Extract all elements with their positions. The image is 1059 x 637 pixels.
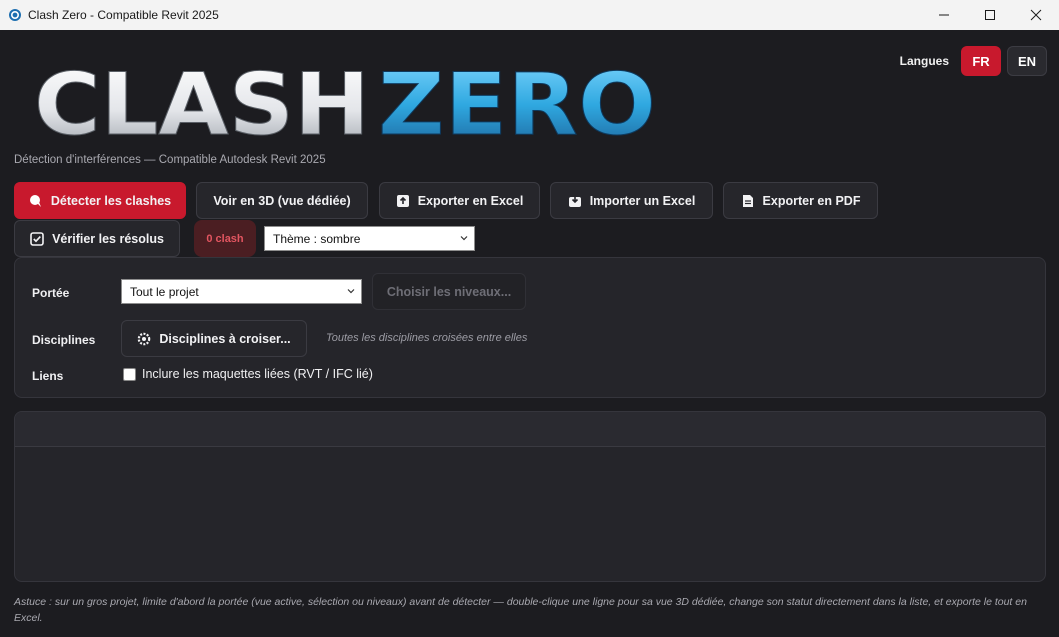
include-linked-models-label: Inclure les maquettes liées (RVT / IFC l…: [142, 367, 373, 381]
export-pdf-label: Exporter en PDF: [762, 193, 861, 208]
chevron-down-icon: [460, 236, 468, 241]
disciplines-hint: Toutes les disciplines croisées entre el…: [326, 332, 528, 344]
detect-clashes-button[interactable]: Détecter les clashes: [14, 182, 186, 219]
document-icon: [742, 194, 753, 207]
gear-icon: [138, 332, 151, 345]
results-list-header: [15, 412, 1045, 447]
export-excel-button[interactable]: Exporter en Excel: [379, 182, 540, 219]
close-icon: [1030, 9, 1042, 21]
export-pdf-button[interactable]: Exporter en PDF: [723, 182, 878, 219]
options-panel: Portée Tout le projet Choisir les niveau…: [14, 257, 1046, 398]
scope-label: Portée: [32, 286, 70, 300]
window-controls: [921, 0, 1059, 30]
clash-count-badge: 0 clash: [194, 220, 256, 257]
export-excel-icon: [396, 194, 409, 207]
verify-resolved-button[interactable]: Vérifier les résolus: [14, 220, 180, 257]
language-switcher: Langues FR EN: [900, 46, 1047, 76]
tip-text: Astuce : sur un gros projet, limite d'ab…: [14, 596, 1027, 624]
maximize-button[interactable]: [967, 0, 1013, 30]
language-en-button[interactable]: EN: [1007, 46, 1047, 76]
verify-resolved-label: Vérifier les résolus: [52, 231, 164, 246]
maximize-icon: [985, 10, 995, 20]
disciplines-label: Disciplines: [32, 333, 96, 347]
minimize-icon: [939, 14, 949, 16]
app-subtitle: Détection d'interférences — Compatible A…: [14, 154, 326, 166]
import-excel-label: Importer un Excel: [589, 193, 696, 208]
import-excel-button[interactable]: Importer un Excel: [550, 182, 713, 219]
export-excel-label: Exporter en Excel: [417, 193, 524, 208]
clash-results-list[interactable]: [14, 411, 1046, 582]
minimize-button[interactable]: [921, 0, 967, 30]
language-label: Langues: [899, 54, 949, 68]
theme-select[interactable]: Thème : sombre: [264, 226, 475, 251]
detect-clashes-label: Détecter les clashes: [50, 193, 172, 208]
close-button[interactable]: [1013, 0, 1059, 30]
checkbox-checked-icon: [30, 231, 44, 246]
import-excel-icon: [568, 194, 581, 207]
chat-bubble-icon: [29, 194, 41, 207]
view-3d-button[interactable]: Voir en 3D (vue dédiée): [196, 182, 368, 219]
language-fr-button[interactable]: FR: [961, 46, 1001, 76]
theme-select-value: Thème : sombre: [273, 231, 361, 246]
logo-text-clash: CLASH: [34, 58, 370, 148]
app-icon: [9, 9, 21, 21]
links-label: Liens: [32, 369, 64, 383]
view-3d-label: Voir en 3D (vue dédiée): [213, 193, 351, 208]
logo-text-zero: ZERO: [378, 58, 656, 148]
scope-select[interactable]: Tout le projet: [121, 279, 362, 304]
scope-select-value: Tout le projet: [130, 284, 199, 299]
main-window: Langues FR EN CLASH ZERO Détection d'int…: [0, 30, 1059, 637]
choose-levels-button[interactable]: Choisir les niveaux...: [372, 273, 526, 310]
window-titlebar: Clash Zero - Compatible Revit 2025: [0, 0, 1059, 30]
disciplines-button[interactable]: Disciplines à croiser...: [121, 320, 307, 357]
chevron-down-icon: [347, 289, 355, 294]
include-linked-models-checkbox[interactable]: [123, 368, 136, 381]
disciplines-button-label: Disciplines à croiser...: [159, 331, 291, 346]
window-title: Clash Zero - Compatible Revit 2025: [28, 8, 219, 22]
clash-zero-logo: CLASH ZERO: [34, 58, 657, 148]
